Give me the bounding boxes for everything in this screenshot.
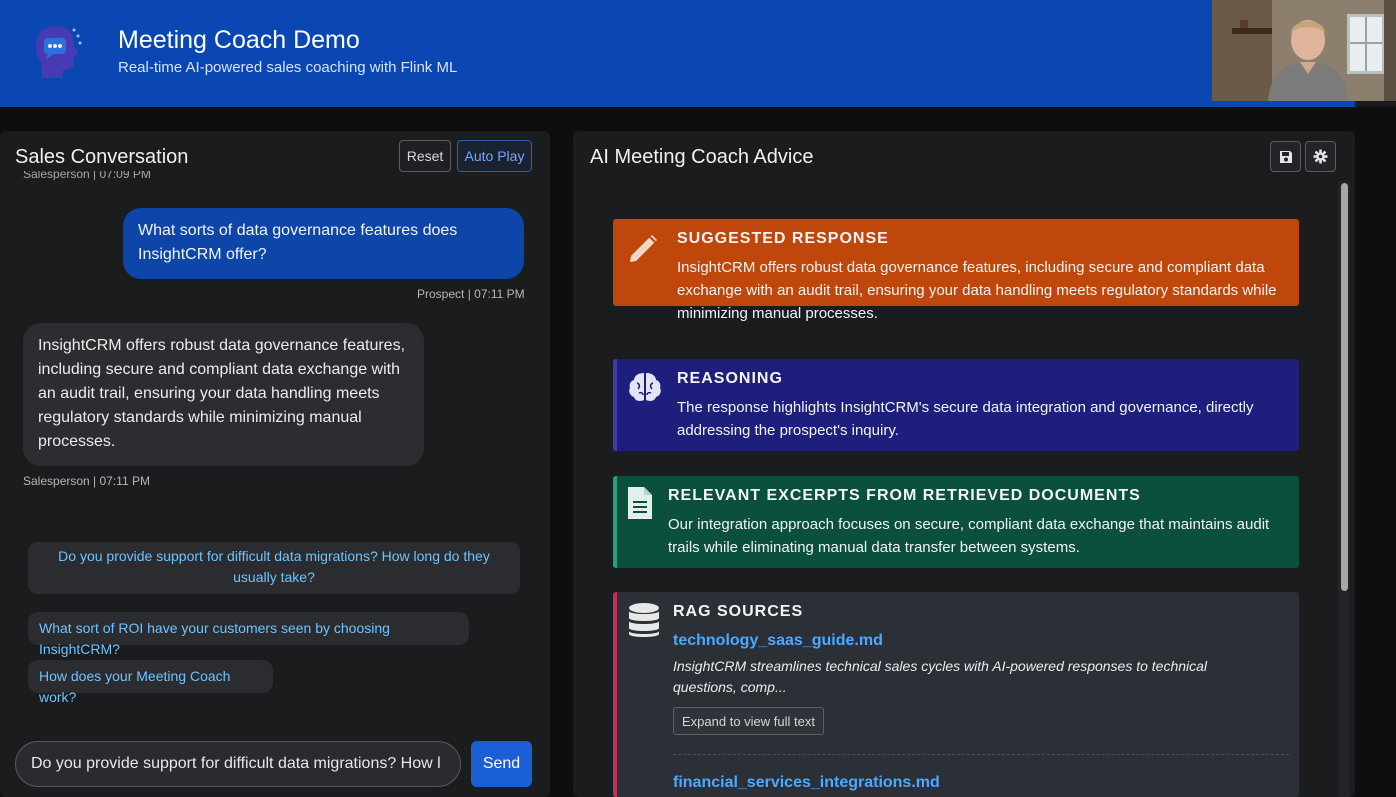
rag-sources-card: RAG SOURCES technology_saas_guide.md Ins…	[613, 592, 1299, 797]
reasoning-text: The response highlights InsightCRM's sec…	[677, 399, 1254, 439]
suggested-response-card: SUGGESTED RESPONSE InsightCRM offers rob…	[613, 219, 1299, 322]
rag-source-link[interactable]: financial_services_integrations.md	[673, 774, 940, 792]
reset-button[interactable]: Reset	[399, 140, 451, 172]
suggested-question[interactable]: How does your Meeting Coach work?	[28, 660, 273, 705]
auto-play-button[interactable]: Auto Play	[457, 140, 532, 172]
brain-icon	[629, 373, 661, 401]
webcam-video	[1212, 0, 1396, 101]
excerpts-card: RELEVANT EXCERPTS FROM RETRIEVED DOCUMEN…	[613, 476, 1299, 568]
settings-button[interactable]	[1305, 141, 1336, 172]
card-heading: RELEVANT EXCERPTS FROM RETRIEVED DOCUMEN…	[668, 487, 1141, 504]
prospect-message: What sorts of data governance features d…	[123, 208, 524, 279]
app-header: Meeting Coach Demo Real-time AI-powered …	[0, 0, 1355, 107]
excerpt-text: Our integration approach focuses on secu…	[668, 516, 1270, 556]
expand-button[interactable]: Expand to view full text	[673, 707, 824, 735]
reasoning-card: REASONING The response highlights Insigh…	[613, 359, 1299, 451]
send-button[interactable]: Send	[471, 741, 532, 787]
suggested-response-text: InsightCRM offers robust data governance…	[677, 259, 1277, 322]
coach-logo-icon	[35, 26, 82, 78]
suggested-question[interactable]: Do you provide support for difficult dat…	[28, 542, 520, 594]
message-input[interactable]	[15, 741, 461, 787]
card-heading: SUGGESTED RESPONSE	[677, 230, 889, 247]
webcam-person-image	[1212, 0, 1396, 101]
document-icon	[628, 487, 652, 519]
sales-conversation-panel: Sales Conversation Reset Auto Play Sales…	[0, 131, 550, 797]
rag-source-snippet: InsightCRM streamlines technical sales c…	[673, 658, 1208, 695]
message-meta: Salesperson | 07:09 PM	[23, 171, 151, 180]
panel-title-conversation: Sales Conversation	[15, 146, 189, 168]
app-subtitle: Real-time AI-powered sales coaching with…	[118, 59, 458, 76]
card-heading: REASONING	[677, 370, 783, 387]
card-heading: RAG SOURCES	[673, 603, 804, 620]
panel-title-advice: AI Meeting Coach Advice	[590, 146, 814, 168]
pencil-icon	[630, 235, 657, 262]
salesperson-message: InsightCRM offers robust data governance…	[23, 323, 424, 466]
coach-advice-panel: AI Meeting Coach Advice SUGGESTED RESPON…	[573, 131, 1355, 797]
database-icon	[629, 603, 659, 637]
message-meta: Salesperson | 07:11 PM	[23, 474, 150, 488]
gear-icon	[1313, 149, 1328, 164]
message-meta: Prospect | 07:11 PM	[417, 287, 525, 301]
suggested-question[interactable]: What sort of ROI have your customers see…	[28, 612, 469, 657]
rag-source-link[interactable]: technology_saas_guide.md	[673, 632, 883, 650]
save-button[interactable]	[1270, 141, 1301, 172]
app-title: Meeting Coach Demo	[118, 26, 360, 54]
scrollbar-thumb[interactable]	[1341, 183, 1348, 591]
divider	[673, 754, 1289, 755]
save-icon	[1279, 150, 1292, 163]
